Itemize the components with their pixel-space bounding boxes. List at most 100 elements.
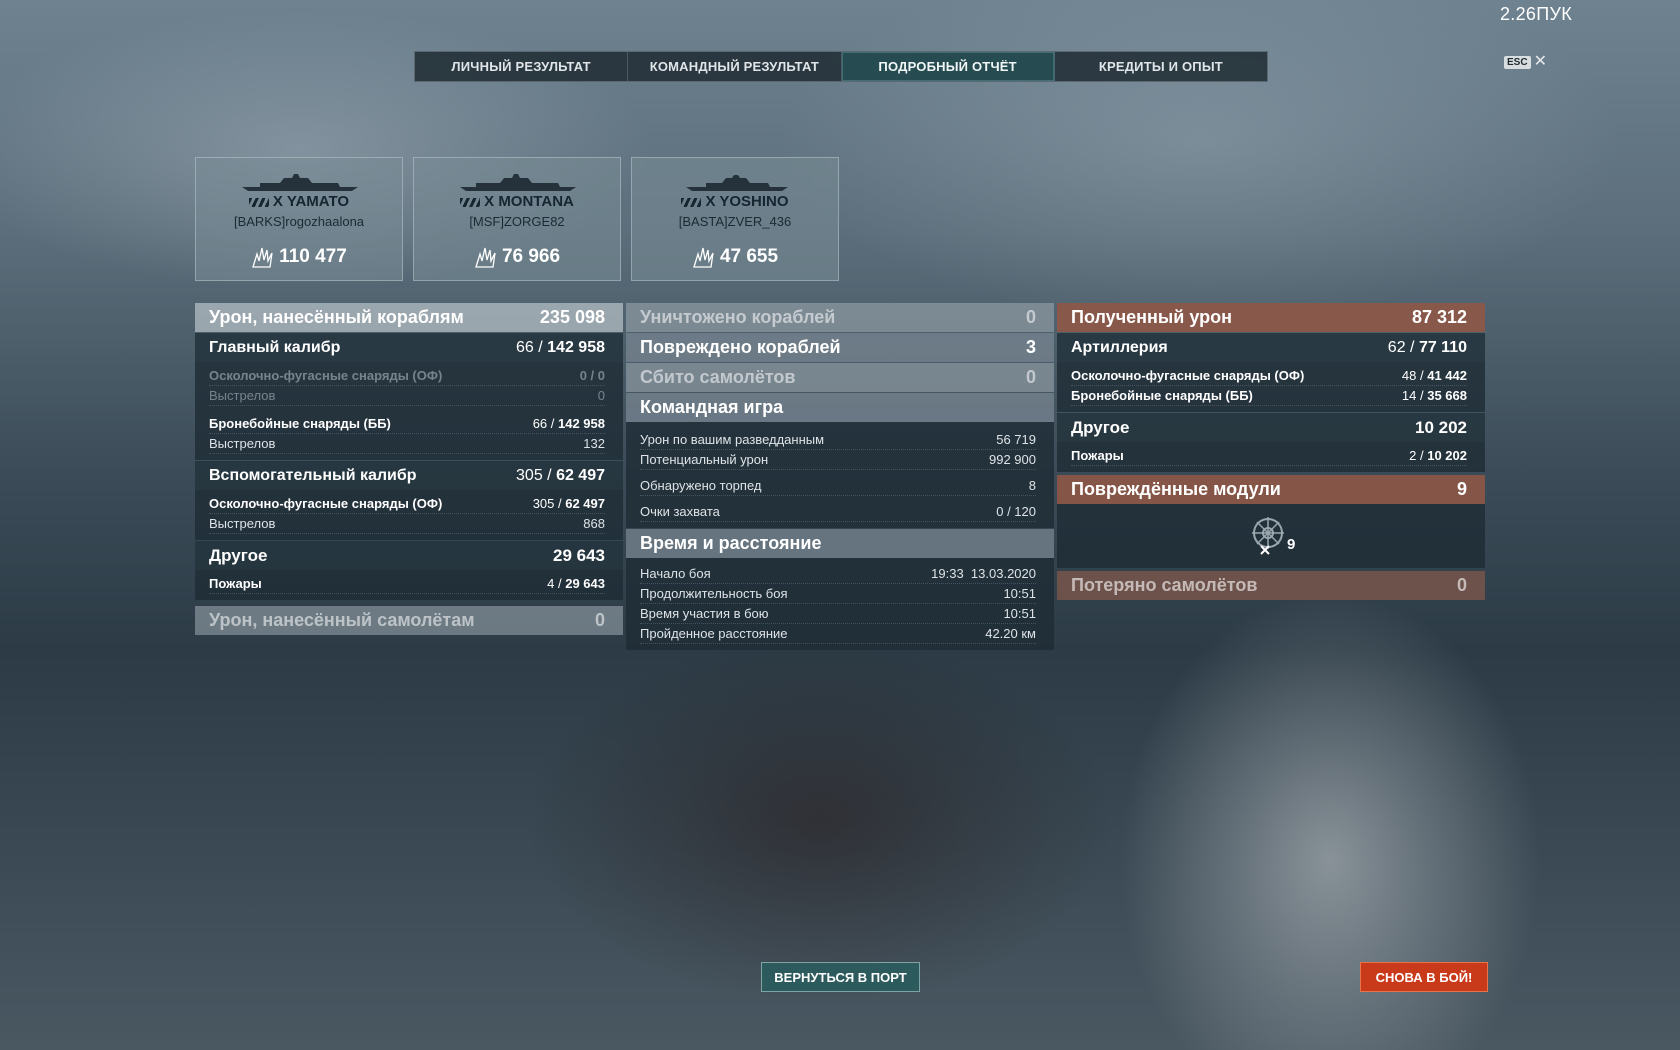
- time-distance-header: Время и расстояние: [626, 529, 1054, 558]
- ship-card[interactable]: X YAMATO [BARKS]rogozhaalona 110 477: [195, 157, 403, 281]
- ship-damage-label: Урон, нанесённый кораблям: [209, 307, 464, 327]
- return-to-port-button[interactable]: ВЕРНУТЬСЯ В ПОРТ: [761, 962, 920, 992]
- artillery-label: Артиллерия: [1071, 338, 1168, 356]
- destroyed-ships-value: 0: [1025, 307, 1036, 327]
- sec-he-row: Осколочно-фугасные снаряды (ОФ) 305 / 62…: [209, 494, 605, 514]
- fires-value: 4 / 29 643: [547, 576, 605, 591]
- damaged-modules-value: 9: [1456, 479, 1467, 499]
- main-caliber-details: Осколочно-фугасные снаряды (ОФ) 0 / 0 Вы…: [195, 362, 623, 460]
- damaged-ships-value: 3: [1025, 337, 1036, 357]
- ship-damage-value: 76 966: [501, 246, 561, 267]
- he-shells-value: 0 / 0: [579, 368, 605, 383]
- received-he-value: 48 / 41 442: [1401, 368, 1467, 383]
- fires-damage: 29 643: [565, 576, 605, 591]
- team-play-header: Командная игра: [626, 393, 1054, 422]
- battle-start-row: Начало боя 19:33 13.03.2020: [640, 564, 1036, 584]
- sec-shots-value: 868: [583, 516, 605, 531]
- ship-damage-total: 235 098: [539, 307, 605, 327]
- damage-burst-icon: [475, 247, 496, 268]
- he-shells-label: Осколочно-фугасные снаряды (ОФ): [209, 368, 443, 383]
- he-shots-value: 0: [597, 388, 605, 403]
- ship-damage-value: 47 655: [719, 246, 779, 267]
- received-ap-value: 14 / 35 668: [1401, 388, 1467, 403]
- spotting-damage-row: Урон по вашим разведданным 56 719: [640, 430, 1036, 450]
- fires-label: Пожары: [209, 576, 262, 591]
- damaged-modules-header: Повреждённые модули 9: [1057, 475, 1485, 504]
- destroyed-ships-label: Уничтожено кораблей: [640, 307, 836, 327]
- received-he-damage: 41 442: [1427, 368, 1467, 383]
- other-damage-value: 29 643: [553, 545, 605, 565]
- planes-shot-label: Сбито самолётов: [640, 367, 796, 387]
- spotting-damage-label: Урон по вашим разведданным: [640, 432, 825, 447]
- secondary-details: Осколочно-фугасные снаряды (ОФ) 305 / 62…: [195, 490, 623, 540]
- received-other-label: Другое: [1071, 417, 1130, 437]
- received-damage-header: Полученный урон 87 312: [1057, 303, 1485, 332]
- planes-shot-value: 0: [1025, 367, 1036, 387]
- planes-lost-header: Потеряно самолётов 0: [1057, 571, 1485, 600]
- battle-start-label: Начало боя: [640, 566, 711, 581]
- received-other-header: Другое 10 202: [1057, 413, 1485, 442]
- main-caliber-damage: 142 958: [547, 338, 605, 356]
- ship-card[interactable]: X MONTANA [MSF]ZORGE82 76 966: [413, 157, 621, 281]
- ship-damage-header: Урон, нанесённый кораблям 235 098: [195, 303, 623, 332]
- tab-credits-xp[interactable]: КРЕДИТЫ И ОПЫТ: [1055, 52, 1267, 81]
- planes-shot-header: Сбито самолётов 0: [626, 363, 1054, 392]
- artillery-hits: 62: [1387, 338, 1406, 356]
- tab-detailed-report[interactable]: ПОДРОБНЫЙ ОТЧЁТ: [841, 52, 1055, 81]
- sec-he-label: Осколочно-фугасные снаряды (ОФ): [209, 496, 443, 511]
- main-caliber-value: 66 / 142 958: [516, 338, 605, 356]
- ship-silhouette-icon: [460, 174, 576, 191]
- potential-damage-row: Потенциальный урон 992 900: [640, 450, 1036, 470]
- ship-damage: 76 966: [414, 246, 620, 268]
- distance-value: 42.20 км: [985, 626, 1036, 641]
- received-other-details: Пожары 2 / 10 202: [1057, 442, 1485, 472]
- received-fires-hits: 2: [1409, 448, 1417, 463]
- secondary-label: Вспомогательный калибр: [209, 466, 417, 484]
- ap-shots-label: Выстрелов: [209, 436, 276, 451]
- potential-damage-label: Потенциальный урон: [640, 452, 769, 467]
- ap-shots-row: Выстрелов 132: [209, 434, 605, 454]
- capture-points-label: Очки захвата: [640, 504, 720, 519]
- team-play-details: Урон по вашим разведданным 56 719 Потенц…: [626, 422, 1054, 528]
- sec-shots-label: Выстрелов: [209, 516, 276, 531]
- rudder-module-icon[interactable]: [1247, 514, 1289, 556]
- damaged-ships-header: Повреждено кораблей 3: [626, 333, 1054, 362]
- he-shells-damage: 0: [597, 368, 605, 383]
- ap-shells-hits: 66: [532, 416, 548, 431]
- ship-card[interactable]: X YOSHINO [BASTA]ZVER_436 47 655: [631, 157, 839, 281]
- ship-name: X YAMATO: [196, 193, 402, 210]
- secondary-hits: 305: [516, 466, 543, 484]
- ship-class-icon: [460, 197, 481, 207]
- other-damage-details: Пожары 4 / 29 643: [195, 570, 623, 600]
- sec-shots-row: Выстрелов 868: [209, 514, 605, 534]
- sec-he-damage: 62 497: [565, 496, 605, 511]
- main-caliber-header: Главный калибр 66 / 142 958: [195, 333, 623, 362]
- damaged-modules-area: 9: [1057, 504, 1485, 568]
- damaged-ships-list: X YAMATO [BARKS]rogozhaalona 110 477 X M…: [195, 157, 839, 281]
- spotting-damage-value: 56 719: [996, 432, 1036, 447]
- fires-row: Пожары 4 / 29 643: [209, 574, 605, 594]
- team-play-label: Командная игра: [640, 397, 784, 417]
- distance-row: Пройденное расстояние 42.20 км: [640, 624, 1036, 644]
- main-caliber-label: Главный калибр: [209, 338, 341, 356]
- torpedoes-spotted-value: 8: [1028, 478, 1036, 493]
- participation-time-row: Время участия в бою 10:51: [640, 604, 1036, 624]
- tab-personal-result[interactable]: ЛИЧНЫЙ РЕЗУЛЬТАТ: [415, 52, 629, 81]
- received-fires-damage: 10 202: [1427, 448, 1467, 463]
- torpedoes-spotted-row: Обнаружено торпед 8: [640, 476, 1036, 496]
- received-he-label: Осколочно-фугасные снаряды (ОФ): [1071, 368, 1305, 383]
- module-count: 9: [1287, 536, 1296, 553]
- tab-team-result[interactable]: КОМАНДНЫЙ РЕЗУЛЬТАТ: [628, 52, 842, 81]
- player-name: [MSF]ZORGE82: [469, 214, 565, 229]
- secondary-damage: 62 497: [556, 466, 605, 484]
- potential-damage-value: 992 900: [989, 452, 1036, 467]
- received-ap-label: Бронебойные снаряды (ББ): [1071, 388, 1253, 403]
- damage-dealt-column: Урон, нанесённый кораблям 235 098 Главны…: [195, 303, 623, 635]
- artillery-value: 62 / 77 110: [1387, 338, 1467, 356]
- team-stats-column: Уничтожено кораблей 0 Повреждено корабле…: [626, 303, 1054, 650]
- close-button[interactable]: ESC ✕: [1504, 54, 1547, 70]
- secondary-value: 305 / 62 497: [516, 466, 605, 484]
- battle-again-button[interactable]: СНОВА В БОЙ!: [1360, 962, 1488, 992]
- ship-class-icon: [248, 197, 269, 207]
- ship-damage: 110 477: [196, 246, 402, 268]
